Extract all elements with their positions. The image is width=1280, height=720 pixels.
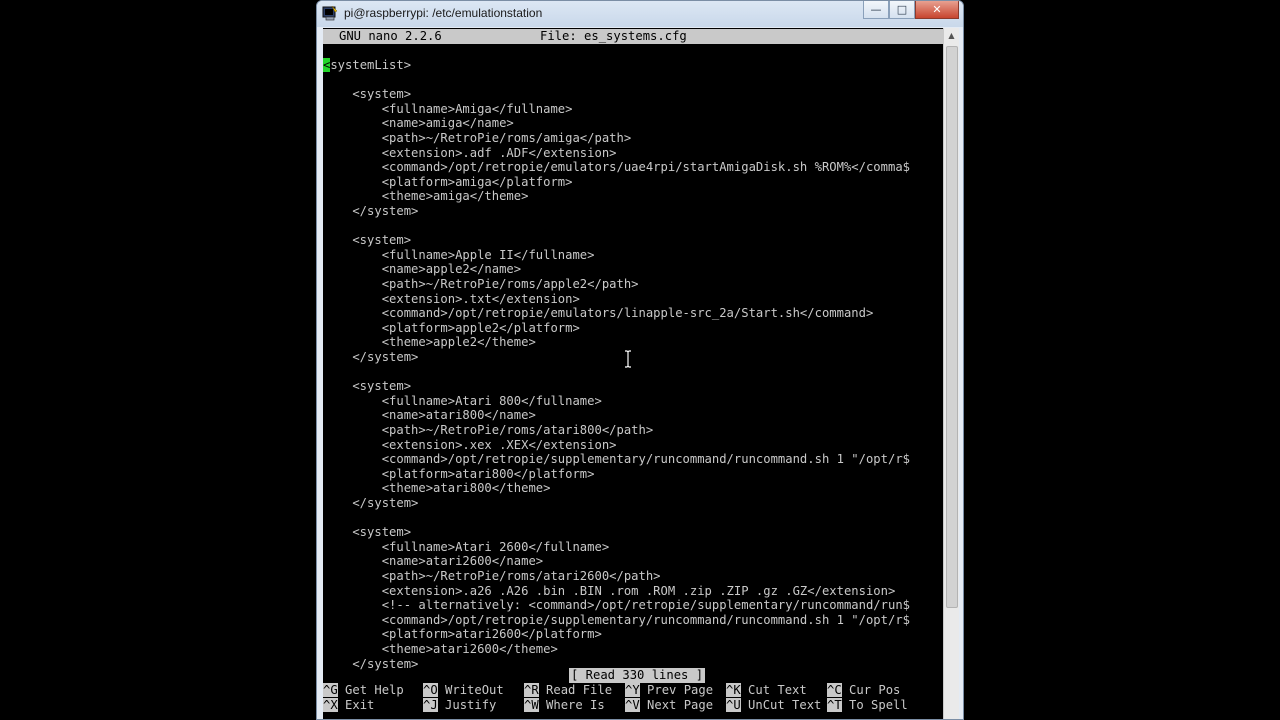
shortcut-key: ^W: [524, 697, 539, 712]
shortcut-key: ^J: [423, 697, 438, 712]
editor-line[interactable]: <command>/opt/retropie/supplementary/run…: [323, 452, 910, 467]
editor-line[interactable]: </system>: [323, 204, 418, 219]
editor-line[interactable]: <fullname>Atari 2600</fullname>: [323, 540, 609, 555]
scroll-thumb[interactable]: [946, 46, 958, 608]
shortcut-label: Justify: [437, 697, 497, 712]
shortcut-row: ^G Get Help ^O WriteOut ^R Read File ^Y Pre…: [323, 683, 943, 698]
editor-line[interactable]: </system>: [323, 350, 418, 365]
shortcut-label: Next Page: [639, 697, 714, 712]
window-controls: — □ ✕: [863, 1, 959, 20]
editor-line[interactable]: <command>/opt/retropie/supplementary/run…: [323, 613, 910, 628]
shortcut-key: ^C: [827, 683, 842, 697]
editor-line[interactable]: <command>/opt/retropie/emulators/linappl…: [323, 306, 874, 321]
editor-line[interactable]: <path>~/RetroPie/roms/atari800</path>: [323, 423, 654, 438]
maximize-button[interactable]: □: [889, 1, 915, 19]
close-icon: ✕: [932, 3, 942, 16]
editor-line[interactable]: <fullname>Atari 800</fullname>: [323, 394, 602, 409]
shortcut-key: ^R: [524, 683, 539, 697]
editor-line[interactable]: <platform>apple2</platform>: [323, 321, 580, 336]
editor-line-first[interactable]: <systemList>: [323, 58, 411, 73]
editor-line[interactable]: <theme>apple2</theme>: [323, 335, 536, 350]
maximize-icon: □: [896, 3, 908, 16]
editor-line[interactable]: <command>/opt/retropie/emulators/uae4rpi…: [323, 160, 910, 175]
editor-line[interactable]: <theme>amiga</theme>: [323, 189, 529, 204]
shortcut-label: To Spell: [841, 697, 908, 712]
editor-line[interactable]: <fullname>Apple II</fullname>: [323, 248, 595, 263]
minimize-icon: —: [870, 3, 882, 16]
shortcut-label: UnCut Text: [740, 697, 822, 712]
shortcut-key: ^X: [323, 697, 338, 712]
shortcut-item[interactable]: ^G Get Help: [323, 683, 404, 698]
editor-line[interactable]: </system>: [323, 657, 418, 672]
shortcut-key: ^U: [726, 697, 741, 712]
editor-line[interactable]: <platform>amiga</platform>: [323, 175, 573, 190]
terminal-window: pi@raspberrypi: /etc/emulationstation — …: [316, 0, 964, 720]
editor-line[interactable]: <extension>.adf .ADF</extension>: [323, 146, 617, 161]
text-ibeam-cursor-icon: [625, 350, 631, 368]
editor-line[interactable]: <platform>atari2600</platform>: [323, 627, 602, 642]
terminal-screen[interactable]: GNU nano 2.2.6 File: es_systems.cfg <sys…: [323, 28, 943, 719]
shortcut-label: Prev Page: [639, 683, 714, 697]
vertical-scrollbar[interactable]: ▲: [943, 28, 959, 719]
minimize-button[interactable]: —: [863, 1, 889, 19]
terminal-app-icon[interactable]: [322, 5, 338, 21]
editor-line[interactable]: <path>~/RetroPie/roms/atari2600</path>: [323, 569, 661, 584]
nano-filename: File: es_systems.cfg: [540, 29, 687, 43]
shortcut-label: Cur Pos: [841, 683, 901, 697]
shortcut-item[interactable]: ^R Read File: [524, 683, 612, 698]
editor-line[interactable]: <system>: [323, 525, 411, 540]
editor-line[interactable]: <!-- alternatively: <command>/opt/retrop…: [323, 598, 910, 613]
shortcut-key: ^O: [423, 683, 438, 697]
shortcut-label: WriteOut: [437, 683, 504, 697]
shortcut-label: Cut Text: [740, 683, 807, 697]
shortcut-item[interactable]: ^K Cut Text: [726, 683, 807, 698]
shortcut-key: ^K: [726, 683, 741, 697]
shortcut-item[interactable]: ^Y Prev Page: [625, 683, 713, 698]
title-bar[interactable]: pi@raspberrypi: /etc/emulationstation — …: [317, 1, 963, 27]
scroll-up-icon[interactable]: ▲: [944, 28, 959, 44]
editor-line[interactable]: <system>: [323, 379, 411, 394]
shortcut-key: ^Y: [625, 683, 640, 697]
shortcut-key: ^T: [827, 697, 842, 712]
editor-line[interactable]: <theme>atari2600</theme>: [323, 642, 558, 657]
editor-line[interactable]: <path>~/RetroPie/roms/apple2</path>: [323, 277, 639, 292]
shortcut-item[interactable]: ^W Where Is: [524, 697, 605, 713]
shortcut-key: ^V: [625, 697, 640, 712]
shortcut-label: Get Help: [337, 683, 404, 697]
shortcut-item[interactable]: ^U UnCut Text: [726, 697, 822, 713]
shortcut-label: Read File: [538, 683, 613, 697]
editor-line[interactable]: <system>: [323, 87, 411, 102]
editor-line[interactable]: <name>amiga</name>: [323, 116, 514, 131]
shortcut-item[interactable]: ^T To Spell: [827, 697, 908, 713]
editor-line[interactable]: <extension>.txt</extension>: [323, 292, 580, 307]
shortcut-item[interactable]: ^V Next Page: [625, 697, 714, 713]
window-title: pi@raspberrypi: /etc/emulationstation: [344, 6, 543, 20]
editor-line[interactable]: </system>: [323, 496, 418, 511]
editor-line[interactable]: <theme>atari800</theme>: [323, 481, 551, 496]
shortcut-key: ^G: [323, 683, 338, 697]
editor-line-text: systemList>: [330, 58, 412, 72]
status-message: [ Read 330 lines ]: [569, 668, 706, 683]
shortcut-item[interactable]: ^C Cur Pos: [827, 683, 900, 698]
shortcut-item[interactable]: ^J Justify: [423, 697, 497, 713]
editor-line[interactable]: <fullname>Amiga</fullname>: [323, 102, 573, 117]
nano-version: GNU nano 2.2.6: [339, 29, 442, 43]
nano-header: GNU nano 2.2.6 File: es_systems.cfg: [323, 29, 943, 44]
editor-line[interactable]: <system>: [323, 233, 411, 248]
shortcut-row: ^X Exit ^J Justify ^W Where Is ^V Next Page…: [323, 697, 943, 713]
editor-line[interactable]: <name>atari2600</name>: [323, 554, 543, 569]
shortcut-item[interactable]: ^O WriteOut: [423, 683, 504, 698]
editor-line[interactable]: <path>~/RetroPie/roms/amiga</path>: [323, 131, 632, 146]
close-button[interactable]: ✕: [915, 1, 959, 19]
editor-line[interactable]: <name>atari800</name>: [323, 408, 536, 423]
shortcut-label: Where Is: [538, 697, 605, 712]
shortcut-label: Exit: [337, 697, 375, 712]
editor-line[interactable]: <name>apple2</name>: [323, 262, 521, 277]
shortcut-bar: ^G Get Help ^O WriteOut ^R Read File ^Y Pre…: [323, 683, 943, 712]
editor-line[interactable]: <platform>atari800</platform>: [323, 467, 595, 482]
editor-line[interactable]: <extension>.xex .XEX</extension>: [323, 438, 617, 453]
shortcut-item[interactable]: ^X Exit: [323, 697, 375, 713]
editor-line[interactable]: <extension>.a26 .A26 .bin .BIN .rom .ROM…: [323, 584, 896, 599]
